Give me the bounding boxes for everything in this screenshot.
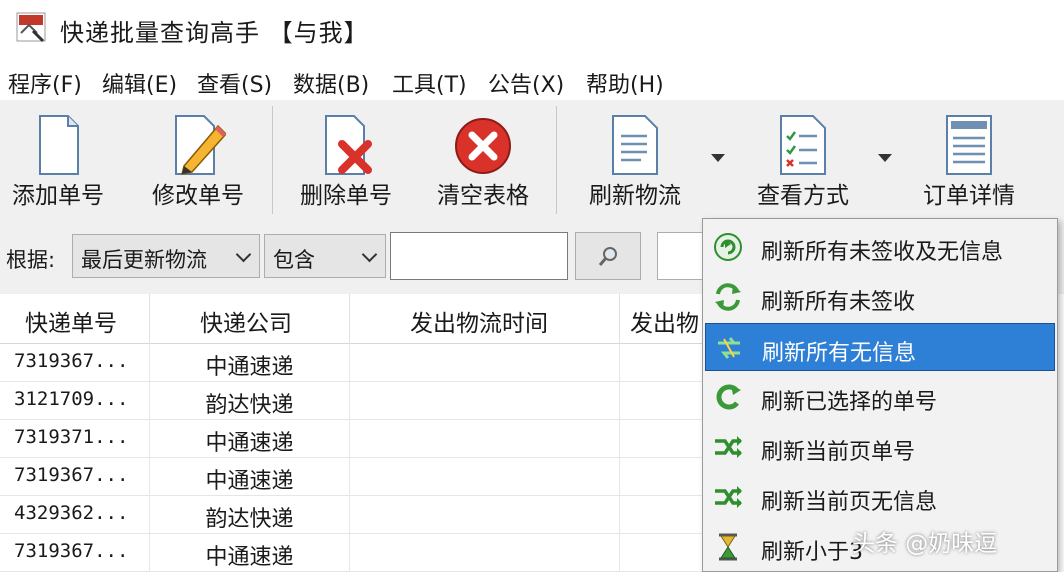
view-mode-label: 查看方式 bbox=[757, 183, 849, 209]
chevron-down-icon bbox=[235, 246, 252, 263]
field-select-value: 最后更新物流 bbox=[81, 248, 207, 272]
match-select[interactable]: 包含 bbox=[264, 234, 386, 278]
refresh-page-icon bbox=[715, 436, 742, 458]
refresh-noinfo-icon bbox=[718, 337, 740, 359]
clear-x-icon bbox=[455, 118, 511, 174]
watermark: 头条 @奶味逗 bbox=[852, 531, 998, 557]
courier-company-cell: 中通速递 bbox=[150, 344, 350, 382]
courier-company-cell: 中通速递 bbox=[150, 534, 350, 572]
pencil-icon bbox=[175, 115, 226, 175]
add-number-label: 添加单号 bbox=[12, 183, 104, 209]
menu-item-refresh-current-page[interactable]: 刷新当前页单号 bbox=[705, 423, 1055, 471]
document-icon bbox=[39, 115, 79, 175]
tracking-number-cell: 4329362... bbox=[0, 496, 150, 534]
order-detail-button[interactable]: 订单详情 bbox=[910, 100, 1028, 218]
clear-table-label: 清空表格 bbox=[437, 183, 529, 209]
courier-company-cell: 中通速递 bbox=[150, 420, 350, 458]
menu-bar: 程序(F) 编辑(E) 查看(S) 数据(B) 工具(T) 公告(X) 帮助(H… bbox=[0, 62, 1064, 100]
menu-help[interactable]: 帮助(H) bbox=[586, 67, 664, 99]
app-logo-icon bbox=[16, 12, 46, 43]
menu-item-refresh-unsigned[interactable]: 刷新所有未签收 bbox=[705, 273, 1055, 321]
menu-edit[interactable]: 编辑(E) bbox=[102, 67, 177, 99]
filter-label: 根据: bbox=[6, 248, 56, 272]
add-number-button[interactable]: 添加单号 bbox=[2, 100, 114, 218]
column-header-send-time[interactable]: 发出物流时间 bbox=[350, 294, 620, 344]
refresh-dropdown-arrow-icon[interactable] bbox=[711, 154, 725, 162]
toolbar-separator bbox=[272, 106, 273, 214]
delete-number-button[interactable]: 删除单号 bbox=[290, 100, 402, 218]
menu-item-refresh-current-page-noinfo[interactable]: 刷新当前页无信息 bbox=[705, 473, 1055, 521]
menu-program[interactable]: 程序(F) bbox=[8, 67, 82, 99]
view-mode-dropdown-arrow-icon[interactable] bbox=[878, 154, 892, 162]
tracking-number-cell: 7319371... bbox=[0, 420, 150, 458]
refresh-unsigned-icon bbox=[715, 283, 741, 311]
edit-number-label: 修改单号 bbox=[152, 183, 244, 209]
menu-tools[interactable]: 工具(T) bbox=[392, 67, 467, 99]
send-time-cell bbox=[350, 344, 620, 382]
detail-sheet-icon bbox=[946, 115, 992, 175]
view-mode-button[interactable]: 查看方式 bbox=[744, 100, 862, 218]
column-header-number[interactable]: 快递单号 bbox=[0, 294, 150, 344]
refresh-selected-icon bbox=[716, 384, 741, 410]
toolbar: 添加单号 修改单号 删除单号 清空表格 刷新物流 查看方式 订单详情 bbox=[0, 100, 1064, 218]
refresh-logistics-label: 刷新物流 bbox=[589, 183, 681, 209]
clear-table-button[interactable]: 清空表格 bbox=[424, 100, 542, 218]
send-time-cell bbox=[350, 420, 620, 458]
menu-view[interactable]: 查看(S) bbox=[197, 67, 272, 99]
hourglass-icon bbox=[719, 533, 737, 561]
send-time-cell bbox=[350, 458, 620, 496]
delete-document-icon bbox=[325, 115, 372, 175]
menu-data[interactable]: 数据(B) bbox=[293, 67, 369, 99]
tracking-number-cell: 7319367... bbox=[0, 534, 150, 572]
send-time-cell bbox=[350, 496, 620, 534]
send-time-cell bbox=[350, 534, 620, 572]
column-header-company[interactable]: 快递公司 bbox=[150, 294, 350, 344]
refresh-all-icon bbox=[714, 233, 742, 261]
chevron-down-icon bbox=[361, 246, 378, 263]
list-document-icon bbox=[612, 115, 658, 175]
menu-notice[interactable]: 公告(X) bbox=[488, 67, 564, 99]
edit-number-button[interactable]: 修改单号 bbox=[142, 100, 254, 218]
refresh-logistics-button[interactable]: 刷新物流 bbox=[574, 100, 696, 218]
tracking-number-cell: 3121709... bbox=[0, 382, 150, 420]
menu-item-refresh-noinfo[interactable]: 刷新所有无信息 bbox=[705, 323, 1055, 371]
search-button[interactable] bbox=[575, 232, 641, 280]
toolbar-separator bbox=[556, 106, 557, 214]
courier-company-cell: 韵达快递 bbox=[150, 382, 350, 420]
window-title: 快递批量查询高手 【与我】 bbox=[60, 19, 369, 47]
courier-company-cell: 中通速递 bbox=[150, 458, 350, 496]
field-select[interactable]: 最后更新物流 bbox=[72, 234, 260, 278]
menu-item-refresh-unsigned-and-noinfo[interactable]: 刷新所有未签收及无信息 bbox=[705, 223, 1055, 271]
tracking-number-cell: 7319367... bbox=[0, 344, 150, 382]
checklist-icon bbox=[780, 115, 826, 175]
courier-company-cell: 韵达快递 bbox=[150, 496, 350, 534]
menu-item-refresh-selected[interactable]: 刷新已选择的单号 bbox=[705, 373, 1055, 421]
refresh-page-noinfo-icon bbox=[715, 486, 742, 508]
search-icon bbox=[598, 247, 617, 266]
delete-number-label: 删除单号 bbox=[300, 183, 392, 209]
search-input[interactable] bbox=[390, 232, 568, 280]
send-time-cell bbox=[350, 382, 620, 420]
tracking-number-cell: 7319367... bbox=[0, 458, 150, 496]
match-select-value: 包含 bbox=[273, 248, 315, 272]
title-bar: 快递批量查询高手 【与我】 bbox=[0, 0, 1064, 62]
order-detail-label: 订单详情 bbox=[923, 183, 1015, 209]
refresh-dropdown-menu: 刷新所有未签收及无信息 刷新所有未签收 刷新所有无信息 刷新已选择的单号 刷新当… bbox=[702, 218, 1058, 572]
